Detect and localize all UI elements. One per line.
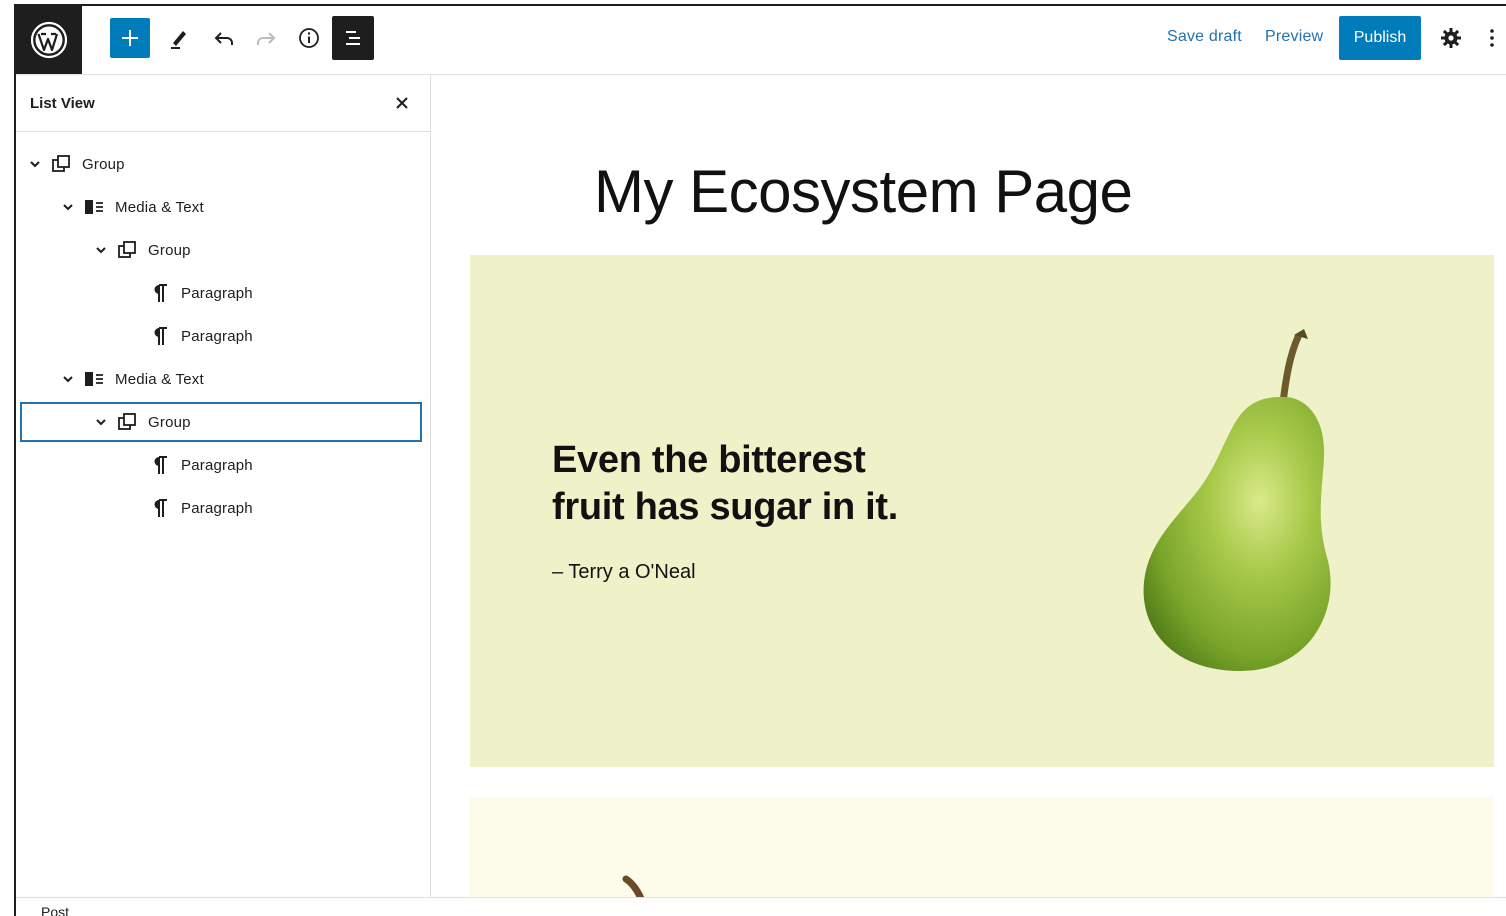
chevron-down-icon[interactable] <box>61 200 75 214</box>
chevron-down-icon[interactable] <box>61 372 75 386</box>
save-draft-button[interactable]: Save draft <box>1167 28 1242 46</box>
top-toolbar: Save draft Preview Publish <box>16 6 1506 75</box>
details-button[interactable] <box>289 18 329 58</box>
list-view-item-label: Paragraph <box>181 285 253 302</box>
pear-image[interactable] <box>1090 325 1350 695</box>
group-icon <box>50 153 72 175</box>
redo-icon <box>257 32 276 45</box>
list-view-item-label: Media & Text <box>115 199 204 216</box>
redo-button[interactable] <box>246 18 286 58</box>
list-view-item[interactable]: Group <box>20 144 422 184</box>
chevron-down-icon[interactable] <box>94 243 108 257</box>
list-view-header: List View <box>16 75 430 132</box>
list-view-item-label: Group <box>82 156 125 173</box>
paragraph-icon <box>149 325 171 347</box>
list-view-item-label: Group <box>148 242 191 259</box>
preview-button[interactable]: Preview <box>1265 28 1323 46</box>
list-view-item-label: Paragraph <box>181 328 253 345</box>
list-view-item-label: Paragraph <box>181 500 253 517</box>
tools-button[interactable] <box>159 18 199 58</box>
chevron-down-icon[interactable] <box>28 157 42 171</box>
list-view-item[interactable]: Media & Text <box>20 187 422 227</box>
options-button[interactable] <box>1478 18 1506 58</box>
editor-window: Save draft Preview Publish List View Gro… <box>14 4 1506 916</box>
list-view-item[interactable]: Paragraph <box>20 273 422 313</box>
wordpress-logo-icon[interactable] <box>16 6 82 74</box>
more-vertical-icon <box>1490 29 1494 47</box>
author-paragraph[interactable]: – Terry a O'Neal <box>552 561 696 584</box>
paragraph-icon <box>149 454 171 476</box>
list-view-item[interactable]: Group <box>20 402 422 442</box>
list-view-title: List View <box>30 95 95 112</box>
list-view-item[interactable]: Media & Text <box>20 359 422 399</box>
media-text-block[interactable]: Even the bitterest fruit has sugar in it… <box>470 255 1494 767</box>
undo-button[interactable] <box>204 18 244 58</box>
paragraph-icon <box>149 282 171 304</box>
plus-icon <box>122 30 138 46</box>
list-view-item[interactable]: Paragraph <box>20 488 422 528</box>
group-icon <box>116 411 138 433</box>
list-view-item[interactable]: Paragraph <box>20 316 422 356</box>
list-view-panel: List View Group Media & Text Group Paragrap… <box>16 75 431 897</box>
gear-icon <box>1441 28 1461 48</box>
close-list-view-button[interactable] <box>388 89 416 117</box>
inserter-button[interactable] <box>110 18 150 58</box>
pear-stem-image <box>622 875 645 897</box>
publish-button[interactable]: Publish <box>1339 16 1421 60</box>
pencil-icon <box>171 31 186 49</box>
paragraph-icon <box>149 497 171 519</box>
settings-button[interactable] <box>1431 18 1471 58</box>
list-view-item[interactable]: Paragraph <box>20 445 422 485</box>
chevron-down-icon[interactable] <box>94 415 108 429</box>
info-icon <box>299 28 319 48</box>
list-view-item[interactable]: Group <box>20 230 422 270</box>
list-view-icon <box>346 31 360 45</box>
list-view-button[interactable] <box>332 16 374 60</box>
media-text-icon <box>83 368 105 390</box>
media-text-icon <box>83 196 105 218</box>
list-view-item-label: Group <box>148 414 191 431</box>
close-icon <box>396 97 408 109</box>
block-breadcrumb-bar: Post <box>16 897 1506 916</box>
list-view-item-label: Media & Text <box>115 371 204 388</box>
media-text-block-2[interactable] <box>470 797 1494 897</box>
page-title[interactable]: My Ecosystem Page <box>594 157 1133 226</box>
undo-icon <box>214 32 233 45</box>
editor-canvas: My Ecosystem Page Even the bitterest fru… <box>431 75 1506 897</box>
group-icon <box>116 239 138 261</box>
quote-paragraph[interactable]: Even the bitterest fruit has sugar in it… <box>552 437 932 531</box>
breadcrumb-post[interactable]: Post <box>41 904 69 916</box>
list-view-item-label: Paragraph <box>181 457 253 474</box>
